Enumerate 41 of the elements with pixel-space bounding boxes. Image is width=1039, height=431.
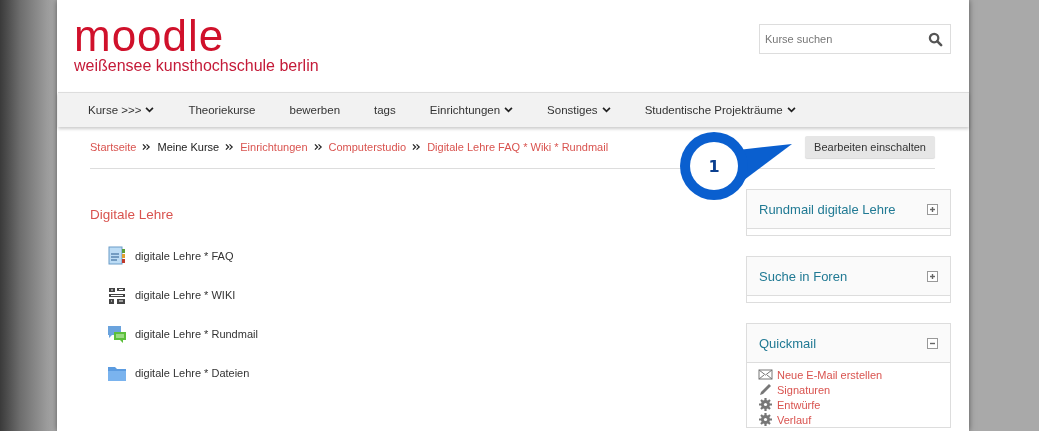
breadcrumb-link[interactable]: Computerstudio bbox=[328, 141, 407, 153]
activity-link[interactable]: digitale Lehre * Dateien bbox=[90, 353, 258, 392]
quickmail-link[interactable]: Signaturen bbox=[758, 382, 940, 397]
chat-bubbles-icon bbox=[107, 323, 127, 344]
edit-mode-button[interactable]: Bearbeiten einschalten bbox=[805, 136, 935, 158]
nav-menu-item[interactable]: Einrichtungen bbox=[429, 104, 531, 116]
collapse-icon[interactable] bbox=[927, 337, 938, 349]
quickmail-link[interactable]: Neue E-Mail erstellen bbox=[758, 367, 940, 382]
nav-menu-item[interactable]: Theoriekurse bbox=[188, 104, 273, 116]
nav-menu-item[interactable]: Sonstiges bbox=[547, 104, 628, 116]
activity-link[interactable]: digitale Lehre * Rundmail bbox=[90, 314, 258, 353]
logo-text[interactable]: moodle bbox=[74, 14, 319, 58]
double-chevron-icon bbox=[412, 143, 422, 151]
double-chevron-icon bbox=[313, 143, 323, 151]
search-icon bbox=[928, 32, 943, 47]
gear-icon bbox=[758, 397, 773, 412]
expand-icon[interactable] bbox=[927, 203, 938, 215]
section-title: Digitale Lehre bbox=[90, 207, 175, 222]
breadcrumb-link[interactable]: Einrichtungen bbox=[240, 141, 308, 153]
nav-menu-item[interactable]: Kurse >>> bbox=[88, 104, 172, 116]
block-title: Rundmail digitale Lehre bbox=[759, 201, 896, 217]
block-title: Suche in Foren bbox=[759, 268, 848, 284]
breadcrumb-item: Meine Kurse bbox=[157, 141, 220, 153]
logo-subtitle: weißensee kunsthochschule berlin bbox=[74, 57, 319, 75]
glossary-icon bbox=[107, 245, 127, 266]
nav-menu-item[interactable]: bewerben bbox=[289, 104, 358, 116]
pencil-icon bbox=[758, 382, 773, 397]
activity-link[interactable]: digitale Lehre * WIKI bbox=[90, 275, 258, 314]
breadcrumb-link[interactable]: Digitale Lehre FAQ * Wiki * Rundmail bbox=[427, 141, 609, 153]
breadcrumb-link[interactable]: Startseite bbox=[90, 141, 137, 153]
nav-menu-item[interactable]: tags bbox=[374, 104, 413, 116]
block-title: Quickmail bbox=[759, 335, 817, 351]
nav-menu-item[interactable]: Studentische Projekträume bbox=[644, 104, 813, 116]
double-chevron-icon bbox=[142, 143, 152, 151]
search-field[interactable]: Kurse suchen bbox=[759, 24, 951, 54]
activity-link[interactable]: digitale Lehre * FAQ bbox=[90, 236, 258, 275]
double-chevron-icon bbox=[225, 143, 235, 151]
envelope-icon bbox=[758, 367, 773, 382]
quickmail-link[interactable]: Entwürfe bbox=[758, 397, 940, 412]
expand-icon[interactable] bbox=[927, 270, 938, 282]
quickmail-link[interactable]: Verlauf bbox=[758, 412, 940, 427]
